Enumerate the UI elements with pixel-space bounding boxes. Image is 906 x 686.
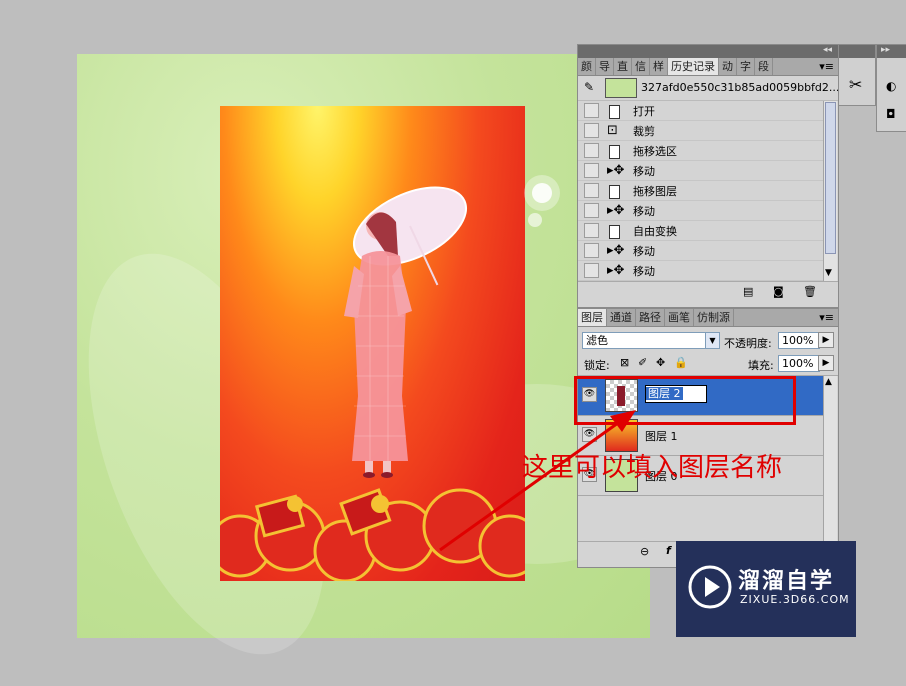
tab-paths[interactable]: 路径 — [636, 309, 665, 326]
watermark-brand: 溜溜自学 — [738, 569, 835, 594]
history-item-label: 拖移图层 — [633, 184, 677, 198]
opacity-input[interactable]: 100% — [778, 332, 820, 349]
lock-row: 锁定: ⊠ ✐ ✥ 🔒 填充: 100% ▶ — [578, 353, 838, 376]
tools-icon[interactable]: ✂ — [849, 75, 862, 94]
history-snapshot-row[interactable]: ✎ 327afd0e550c31b85ad0059bbfd2... — [578, 76, 840, 101]
collapse-arrows-icon[interactable]: ◂◂ — [823, 45, 832, 55]
fill-input[interactable]: 100% — [778, 355, 820, 372]
document-icon — [607, 104, 623, 119]
trash-icon[interactable]: 🗑 — [803, 285, 817, 298]
opacity-label: 不透明度: — [724, 337, 772, 350]
fill-label: 填充: — [748, 359, 774, 372]
history-item[interactable]: 拖移图层 — [578, 181, 823, 201]
snapshot-name: 327afd0e550c31b85ad0059bbfd2... — [641, 81, 840, 94]
opacity-slider-arrow-icon[interactable]: ▶ — [818, 332, 834, 348]
water-drop-image — [524, 175, 560, 227]
annotation-text: 这里可以填入图层名称 — [522, 453, 783, 483]
history-item[interactable]: 拖移选区 — [578, 141, 823, 161]
document-icon — [607, 224, 623, 239]
panel-menu-icon[interactable]: ▾≡ — [734, 309, 838, 326]
blend-mode-select[interactable]: 滤色 ▼ — [582, 332, 720, 349]
clone-source-icon[interactable]: ◘ — [886, 107, 896, 121]
history-list: 打开 ⊡ 裁剪 拖移选区 ▸✥ 移动 拖移图层 ▸✥ 移动 自由变换 ▸✥ 移动 ▸✥ 移动 ▼ — [578, 101, 838, 281]
brush-source-icon[interactable]: ✎ — [584, 80, 594, 94]
history-item-label: 移动 — [633, 204, 655, 218]
chevron-down-icon[interactable]: ▼ — [705, 333, 719, 348]
history-checkbox[interactable] — [584, 143, 599, 158]
snapshot-thumbnail — [605, 78, 637, 98]
lock-move-icon[interactable]: ✥ — [656, 356, 665, 369]
tab-color[interactable]: 颜 — [578, 58, 596, 75]
scroll-up-icon[interactable]: ▲ — [825, 377, 832, 387]
history-item[interactable]: ▸✥ 移动 — [578, 201, 823, 221]
history-checkbox[interactable] — [584, 263, 599, 278]
tab-actions[interactable]: 动 — [719, 58, 737, 75]
move-icon: ▸✥ — [607, 242, 625, 258]
layers-scrollbar[interactable]: ▲ — [823, 376, 837, 541]
tab-brushes[interactable]: 画笔 — [665, 309, 694, 326]
blend-mode-value: 滤色 — [586, 334, 608, 347]
history-item-label: 移动 — [633, 264, 655, 278]
history-checkbox[interactable] — [584, 203, 599, 218]
camera-icon[interactable]: ◙ — [773, 285, 784, 298]
lock-brush-icon[interactable]: ✐ — [638, 356, 647, 369]
tab-layers[interactable]: 图层 — [578, 309, 607, 326]
lock-label: 锁定: — [584, 359, 610, 372]
history-checkbox[interactable] — [584, 223, 599, 238]
history-item[interactable]: ⊡ 裁剪 — [578, 121, 823, 141]
tab-info[interactable]: 信 — [632, 58, 650, 75]
tab-clone-source[interactable]: 仿制源 — [694, 309, 734, 326]
history-checkbox[interactable] — [584, 183, 599, 198]
history-checkbox[interactable] — [584, 243, 599, 258]
history-item[interactable]: ▸✥ 移动 — [578, 161, 823, 181]
history-panel: ◂◂ 颜 导 直 信 样 历史记录 动 字 段 ▾≡ ✎ 327afd0e550… — [577, 44, 839, 308]
play-logo-icon — [688, 565, 732, 609]
history-item-label: 裁剪 — [633, 124, 655, 138]
blend-row: 滤色 ▼ 不透明度: 100% ▶ — [578, 327, 838, 353]
mask-icon[interactable]: ◐ — [886, 79, 896, 93]
history-item[interactable]: ▸✥ 移动 — [578, 241, 823, 261]
tool-strip-right: ▸▸ ◐ ◘ — [876, 44, 906, 132]
tool-strip-left: ✂ — [838, 44, 876, 106]
history-scroll-thumb[interactable] — [825, 102, 836, 254]
tab-channels[interactable]: 通道 — [607, 309, 636, 326]
tab-navigator[interactable]: 导 — [596, 58, 614, 75]
history-item[interactable]: ▸✥ 移动 — [578, 261, 823, 281]
document-icon — [607, 184, 623, 199]
tab-character[interactable]: 字 — [737, 58, 755, 75]
watermark-logo: 溜溜自学 ZIXUE.3D66.COM — [676, 541, 856, 637]
tab-histogram[interactable]: 直 — [614, 58, 632, 75]
history-checkbox[interactable] — [584, 163, 599, 178]
tab-swatches[interactable]: 样 — [650, 58, 668, 75]
history-tabs: 颜 导 直 信 样 历史记录 动 字 段 ▾≡ — [578, 58, 838, 76]
watermark-url: ZIXUE.3D66.COM — [740, 593, 850, 606]
lock-all-icon[interactable]: 🔒 — [674, 356, 688, 369]
history-item[interactable]: 自由变换 — [578, 221, 823, 241]
document-icon — [607, 144, 623, 159]
panel-collapse-bar[interactable]: ◂◂ — [578, 45, 838, 58]
lock-transparency-icon[interactable]: ⊠ — [620, 356, 629, 369]
history-item-label: 拖移选区 — [633, 144, 677, 158]
layers-tabs: 图层 通道 路径 画笔 仿制源 ▾≡ — [578, 309, 838, 327]
new-document-icon[interactable]: ▤ — [743, 285, 753, 298]
crop-icon: ⊡ — [607, 122, 618, 138]
history-checkbox[interactable] — [584, 103, 599, 118]
move-icon: ▸✥ — [607, 202, 625, 218]
history-footer: ▤ ◙ 🗑 — [578, 281, 838, 302]
panel-menu-icon[interactable]: ▾≡ — [773, 58, 838, 75]
move-icon: ▸✥ — [607, 262, 625, 278]
tab-paragraph[interactable]: 段 — [755, 58, 773, 75]
history-checkbox[interactable] — [584, 123, 599, 138]
fill-slider-arrow-icon[interactable]: ▶ — [818, 355, 834, 371]
tab-history[interactable]: 历史记录 — [668, 58, 719, 75]
history-item-label: 自由变换 — [633, 224, 677, 238]
move-icon: ▸✥ — [607, 162, 625, 178]
history-item[interactable]: 打开 — [578, 101, 823, 121]
history-item-label: 移动 — [633, 244, 655, 258]
history-scrollbar[interactable]: ▼ — [823, 101, 837, 281]
scroll-down-icon[interactable]: ▼ — [825, 268, 832, 278]
history-item-label: 打开 — [633, 104, 655, 118]
history-item-label: 移动 — [633, 164, 655, 178]
